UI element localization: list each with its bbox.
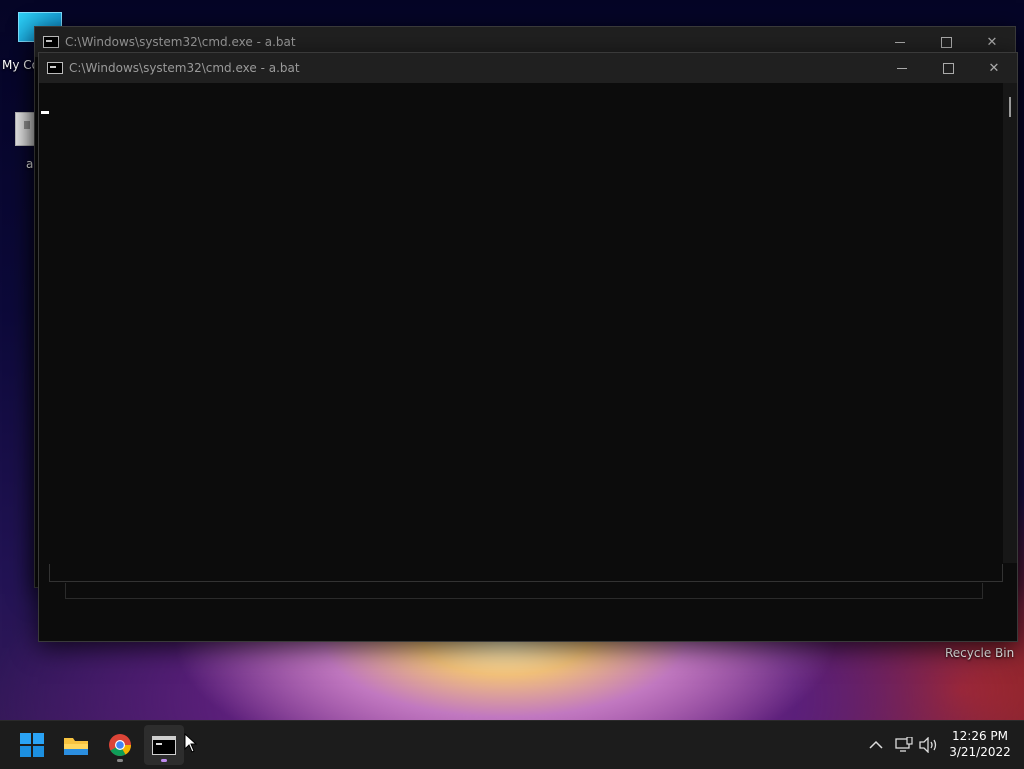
tray-network-button[interactable] [892,721,916,769]
chrome-icon [109,734,131,756]
maximize-button[interactable] [925,53,971,83]
clock-date: 3/21/2022 [949,745,1011,759]
command-prompt-icon [152,735,176,755]
close-button[interactable]: ✕ [971,53,1017,83]
command-prompt-icon [43,36,59,48]
running-indicator [161,759,167,762]
console-output[interactable] [39,83,1003,563]
chevron-up-icon [869,740,883,749]
clock-time: 12:26 PM [952,729,1008,743]
tray-overflow-button[interactable] [864,721,888,769]
running-indicator [117,759,123,762]
taskbar-command-prompt[interactable] [144,725,184,765]
window-frame-ghost [65,583,983,599]
minimize-icon [895,41,905,43]
title-bar[interactable]: C:\Windows\system32\cmd.exe - a.bat ✕ [39,53,1017,83]
minimize-button[interactable] [879,53,925,83]
text-cursor [41,111,49,114]
minimize-icon [897,67,907,69]
taskbar-file-explorer[interactable] [56,725,96,765]
start-button[interactable] [12,725,52,765]
cmd-window-front[interactable]: C:\Windows\system32\cmd.exe - a.bat ✕ [38,52,1018,642]
taskbar-chrome[interactable] [100,725,140,765]
vertical-scrollbar[interactable] [1003,83,1017,563]
close-icon: ✕ [988,60,1000,76]
volume-icon [919,737,937,753]
network-icon [895,737,913,752]
taskbar: 12:26 PM 3/21/2022 [0,720,1024,769]
command-prompt-icon [47,62,63,74]
tray-volume-button[interactable] [916,721,942,769]
close-icon: ✕ [986,34,998,50]
maximize-icon [942,62,954,74]
maximize-icon [940,36,952,48]
file-explorer-icon [64,738,88,755]
desktop-icon-label: a [26,157,34,171]
mouse-cursor-icon [184,733,198,753]
windows-start-icon [20,733,44,757]
desktop-icon-label: Recycle Bin [945,646,1015,660]
window-title: C:\Windows\system32\cmd.exe - a.bat [65,35,296,49]
window-frame-ghost [49,564,1003,582]
window-title: C:\Windows\system32\cmd.exe - a.bat [69,61,300,75]
desktop-icon-recycle-bin[interactable]: Recycle Bin [940,644,1020,666]
clock[interactable]: 12:26 PM 3/21/2022 [946,728,1014,760]
scrollbar-thumb[interactable] [1009,97,1011,117]
